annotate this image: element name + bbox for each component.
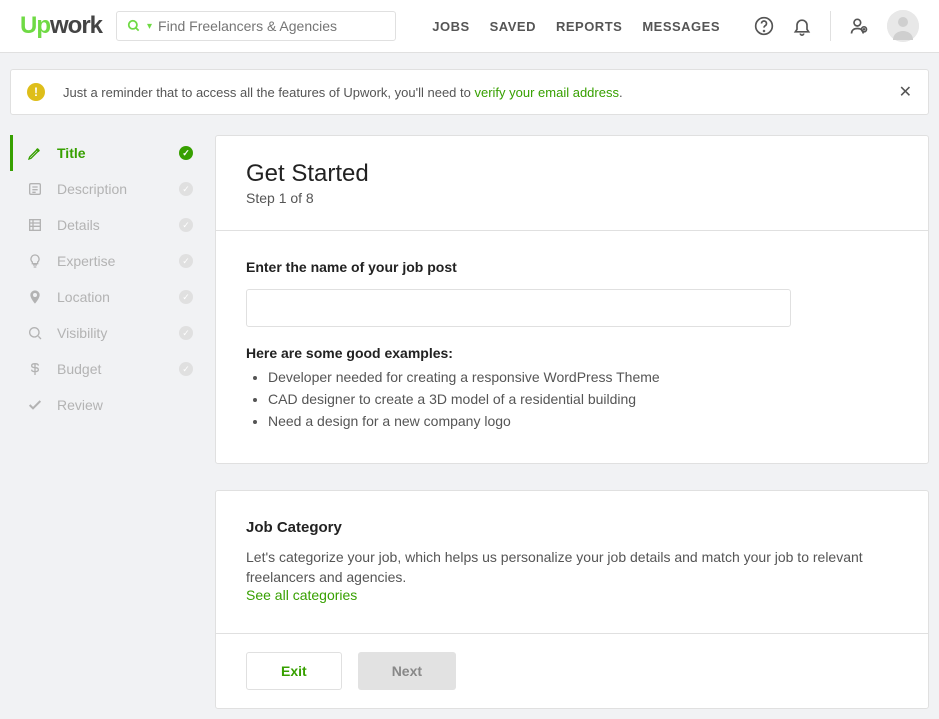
see-all-categories-link[interactable]: See all categories — [246, 587, 357, 603]
main-layout: Title ✓ Description ✓ Details ✓ Expertis… — [0, 125, 939, 719]
eye-icon — [27, 325, 43, 341]
help-icon[interactable] — [754, 16, 774, 36]
card-body: Enter the name of your job post Here are… — [216, 231, 928, 463]
category-desc: Let's categorize your job, which helps u… — [246, 548, 898, 587]
chevron-down-icon[interactable]: ▾ — [147, 21, 152, 32]
sidebar-item-label: Title — [57, 145, 165, 161]
avatar[interactable] — [887, 10, 919, 42]
separator — [830, 11, 831, 41]
sidebar-item-label: Visibility — [57, 325, 165, 341]
check-icon: ✓ — [179, 326, 193, 340]
dollar-icon — [27, 361, 43, 377]
sidebar: Title ✓ Description ✓ Details ✓ Expertis… — [10, 135, 205, 423]
sidebar-item-review[interactable]: Review — [10, 387, 205, 423]
logo-work: work — [50, 12, 102, 39]
warning-icon: ! — [27, 83, 45, 101]
sidebar-item-label: Details — [57, 217, 165, 233]
banner-container: ! Just a reminder that to access all the… — [0, 53, 939, 125]
pin-icon — [27, 289, 43, 305]
sidebar-item-label: Budget — [57, 361, 165, 377]
main-content: Get Started Step 1 of 8 Enter the name o… — [215, 135, 929, 709]
category-card: Job Category Let's categorize your job, … — [215, 490, 929, 709]
nav-saved[interactable]: SAVED — [490, 19, 536, 34]
close-icon[interactable]: ✕ — [899, 82, 912, 102]
example-item: Developer needed for creating a responsi… — [268, 369, 898, 385]
top-header: Upwork ▾ JOBS SAVED REPORTS MESSAGES — [0, 0, 939, 53]
example-item: Need a design for a new company logo — [268, 413, 898, 429]
nav-links: JOBS SAVED REPORTS MESSAGES — [432, 19, 720, 34]
check-icon: ✓ — [179, 218, 193, 232]
email-verify-banner: ! Just a reminder that to access all the… — [10, 69, 929, 115]
check-icon: ✓ — [179, 146, 193, 160]
search-input[interactable] — [158, 18, 385, 34]
verify-email-link[interactable]: verify your email address — [474, 85, 619, 100]
lightbulb-icon — [27, 253, 43, 269]
logo[interactable]: Upwork — [20, 12, 102, 40]
sidebar-item-visibility[interactable]: Visibility ✓ — [10, 315, 205, 351]
nav-messages[interactable]: MESSAGES — [642, 19, 720, 34]
pencil-icon — [27, 145, 43, 161]
examples-heading: Here are some good examples: — [246, 345, 898, 361]
sidebar-item-title[interactable]: Title ✓ — [10, 135, 205, 171]
check-icon: ✓ — [179, 254, 193, 268]
examples-list: Developer needed for creating a responsi… — [246, 369, 898, 429]
sidebar-item-label: Location — [57, 289, 165, 305]
sidebar-item-location[interactable]: Location ✓ — [10, 279, 205, 315]
example-item: CAD designer to create a 3D model of a r… — [268, 391, 898, 407]
sidebar-item-budget[interactable]: Budget ✓ — [10, 351, 205, 387]
list-icon — [27, 217, 43, 233]
job-title-input[interactable] — [246, 289, 791, 327]
page-title: Get Started — [246, 160, 898, 188]
user-switch-icon[interactable] — [849, 16, 869, 36]
sidebar-item-label: Expertise — [57, 253, 165, 269]
search-icon — [127, 19, 141, 33]
checkmark-icon — [27, 397, 43, 413]
category-title: Job Category — [246, 519, 898, 536]
title-card: Get Started Step 1 of 8 Enter the name o… — [215, 135, 929, 464]
card-body: Job Category Let's categorize your job, … — [216, 491, 928, 633]
check-icon: ✓ — [179, 290, 193, 304]
search-box[interactable]: ▾ — [116, 11, 396, 41]
banner-before: Just a reminder that to access all the f… — [63, 85, 474, 100]
check-icon: ✓ — [179, 182, 193, 196]
card-header: Get Started Step 1 of 8 — [216, 136, 928, 231]
exit-button[interactable]: Exit — [246, 652, 342, 690]
step-indicator: Step 1 of 8 — [246, 190, 898, 206]
job-title-label: Enter the name of your job post — [246, 259, 898, 275]
nav-jobs[interactable]: JOBS — [432, 19, 469, 34]
banner-text: Just a reminder that to access all the f… — [63, 85, 881, 100]
sidebar-item-description[interactable]: Description ✓ — [10, 171, 205, 207]
edit-icon — [27, 181, 43, 197]
sidebar-item-label: Description — [57, 181, 165, 197]
sidebar-item-label: Review — [57, 397, 193, 413]
check-icon: ✓ — [179, 362, 193, 376]
logo-up: Up — [20, 12, 50, 39]
next-button[interactable]: Next — [358, 652, 456, 690]
sidebar-item-details[interactable]: Details ✓ — [10, 207, 205, 243]
action-bar: Exit Next — [216, 633, 928, 708]
banner-after: . — [619, 85, 623, 100]
header-icons — [754, 10, 919, 42]
sidebar-item-expertise[interactable]: Expertise ✓ — [10, 243, 205, 279]
nav-reports[interactable]: REPORTS — [556, 19, 622, 34]
bell-icon[interactable] — [792, 16, 812, 36]
